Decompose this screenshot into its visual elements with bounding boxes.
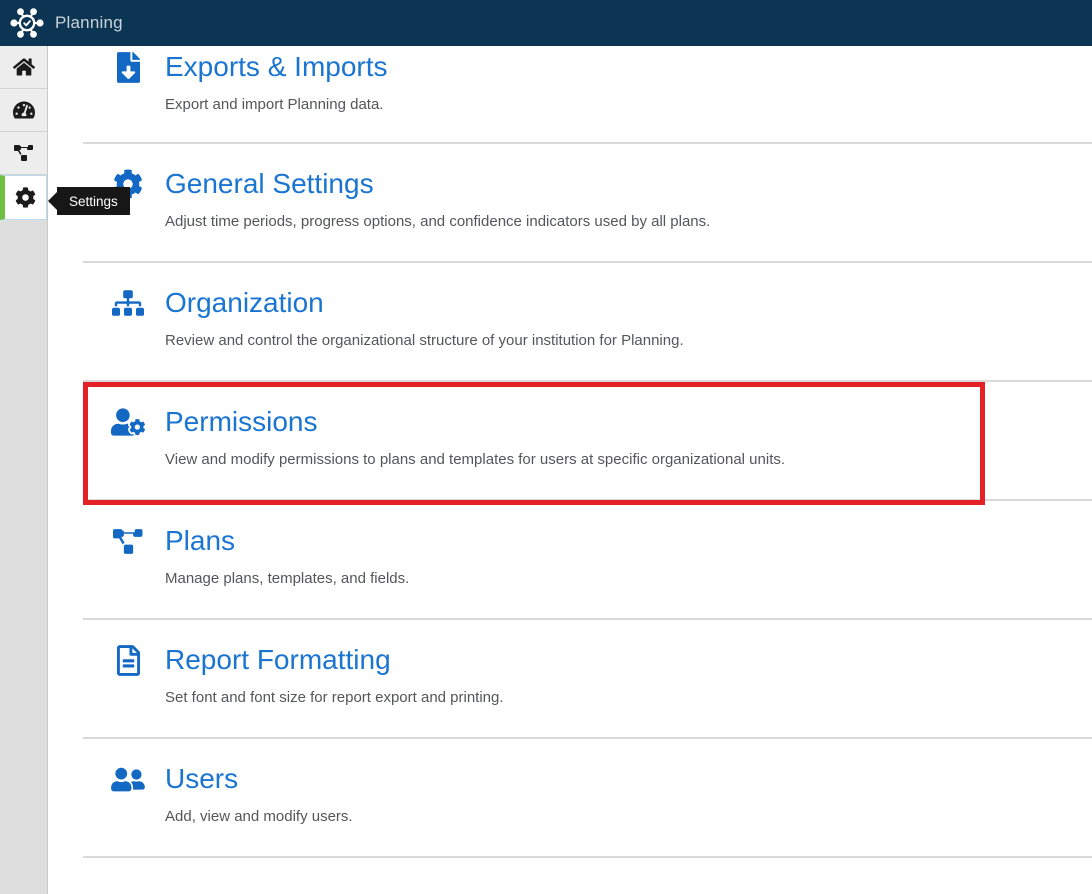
menu-item-description: Manage plans, templates, and fields.: [165, 569, 1092, 589]
menu-item-report-formatting[interactable]: Report Formatting Set font and font size…: [48, 620, 1092, 739]
tachometer-icon: [13, 100, 35, 120]
menu-item-title[interactable]: Users: [165, 761, 238, 797]
menu-item-description: View and modify permissions to plans and…: [165, 450, 1092, 470]
sidebar-item-settings[interactable]: [0, 175, 47, 220]
planning-settings-page: { "topbar": { "title": "Planning" }, "si…: [0, 0, 1092, 894]
menu-item-description: Review and control the organizational st…: [165, 331, 1092, 351]
menu-item-permissions[interactable]: Permissions View and modify permissions …: [48, 382, 1092, 501]
menu-item-organization[interactable]: Organization Review and control the orga…: [48, 263, 1092, 382]
menu-item-title[interactable]: Report Formatting: [165, 642, 391, 678]
file-download-icon: [117, 52, 140, 83]
project-diagram-icon: [14, 145, 34, 161]
planning-logo-icon: [9, 5, 45, 41]
project-diagram-icon: [113, 529, 144, 554]
menu-item-title[interactable]: Plans: [165, 523, 235, 559]
menu-item-title[interactable]: Exports & Imports: [165, 49, 388, 85]
menu-item-description: Export and import Planning data.: [165, 95, 1092, 115]
sidebar-item-dashboard[interactable]: [0, 89, 47, 132]
tooltip-arrow: [48, 192, 57, 210]
sitemap-icon: [112, 290, 144, 316]
settings-tooltip: Settings: [57, 187, 130, 215]
top-app-bar: Planning: [0, 0, 1092, 46]
menu-item-title[interactable]: Organization: [165, 285, 324, 321]
menu-item-plans[interactable]: Plans Manage plans, templates, and field…: [48, 501, 1092, 620]
gear-icon: [15, 187, 36, 208]
file-lines-icon: [117, 645, 140, 676]
tooltip-label: Settings: [69, 194, 118, 209]
menu-item-users[interactable]: Users Add, view and modify users.: [48, 739, 1092, 858]
menu-item-exports-imports[interactable]: Exports & Imports Export and import Plan…: [48, 46, 1092, 144]
home-icon: [13, 57, 35, 77]
sidebar-item-plans[interactable]: [0, 132, 47, 175]
menu-item-general-settings[interactable]: General Settings Adjust time periods, pr…: [48, 144, 1092, 263]
menu-item-description: Set font and font size for report export…: [165, 688, 1092, 708]
menu-item-description: Adjust time periods, progress options, a…: [165, 212, 1092, 232]
app-title: Planning: [55, 13, 123, 33]
settings-menu-list: Exports & Imports Export and import Plan…: [48, 46, 1092, 894]
menu-item-description: Add, view and modify users.: [165, 807, 1092, 827]
left-nav-sidebar: [0, 46, 48, 894]
menu-item-title[interactable]: Permissions: [165, 404, 317, 440]
menu-item-title[interactable]: General Settings: [165, 166, 374, 202]
users-icon: [111, 766, 145, 793]
user-gear-icon: [111, 408, 145, 436]
sidebar-item-home[interactable]: [0, 46, 47, 89]
